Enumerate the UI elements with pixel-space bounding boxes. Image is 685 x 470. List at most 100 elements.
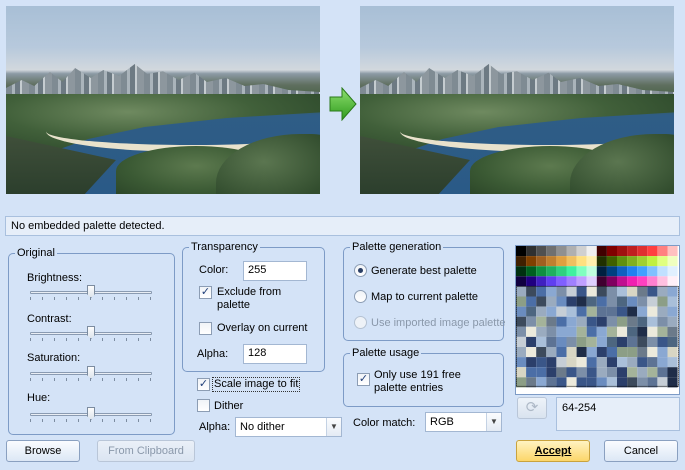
palette-swatch[interactable]: [556, 347, 567, 358]
palette-swatch[interactable]: [657, 316, 668, 327]
palette-swatch[interactable]: [526, 276, 537, 287]
palette-swatch[interactable]: [596, 246, 607, 257]
palette-swatch[interactable]: [546, 276, 557, 287]
palette-swatch[interactable]: [647, 316, 658, 327]
palette-swatch[interactable]: [667, 377, 678, 388]
chevron-down-icon[interactable]: ▼: [486, 413, 501, 431]
palette-swatch[interactable]: [617, 276, 628, 287]
palette-swatch[interactable]: [617, 306, 628, 317]
palette-swatch[interactable]: [596, 276, 607, 287]
palette-swatch[interactable]: [546, 246, 557, 257]
palette-swatch[interactable]: [647, 367, 658, 378]
palette-swatch[interactable]: [516, 336, 527, 347]
palette-swatch[interactable]: [566, 367, 577, 378]
palette-swatch[interactable]: [566, 336, 577, 347]
palette-swatch[interactable]: [526, 296, 537, 307]
palette-swatch[interactable]: [586, 246, 597, 257]
palette-swatch[interactable]: [637, 296, 648, 307]
palette-swatch[interactable]: [546, 266, 557, 277]
transparency-alpha-input[interactable]: 128: [243, 344, 307, 364]
palette-swatch[interactable]: [536, 266, 547, 277]
palette-swatch[interactable]: [566, 377, 577, 388]
palette-swatch[interactable]: [596, 347, 607, 358]
palette-swatch[interactable]: [576, 296, 587, 307]
palette-swatch[interactable]: [546, 306, 557, 317]
palette-preview-grid[interactable]: [515, 245, 680, 395]
palette-swatch[interactable]: [536, 316, 547, 327]
palette-swatch[interactable]: [546, 256, 557, 267]
palette-swatch[interactable]: [536, 336, 547, 347]
palette-swatch[interactable]: [647, 286, 658, 297]
palette-swatch[interactable]: [637, 336, 648, 347]
palette-swatch[interactable]: [647, 266, 658, 277]
palette-swatch[interactable]: [617, 296, 628, 307]
palette-swatch[interactable]: [617, 316, 628, 327]
palette-swatch[interactable]: [596, 367, 607, 378]
palette-swatch[interactable]: [566, 266, 577, 277]
palette-swatch[interactable]: [657, 266, 668, 277]
palette-swatch[interactable]: [596, 256, 607, 267]
palette-swatch[interactable]: [546, 347, 557, 358]
palette-swatch[interactable]: [657, 256, 668, 267]
palette-swatch[interactable]: [576, 336, 587, 347]
palette-swatch[interactable]: [566, 316, 577, 327]
palette-swatch[interactable]: [566, 286, 577, 297]
refresh-palette-button[interactable]: ⟳: [517, 397, 547, 419]
palette-swatch[interactable]: [667, 316, 678, 327]
palette-swatch[interactable]: [566, 306, 577, 317]
palette-swatch[interactable]: [586, 367, 597, 378]
palette-swatch[interactable]: [647, 276, 658, 287]
palette-swatch[interactable]: [546, 286, 557, 297]
palette-swatch[interactable]: [657, 246, 668, 257]
palette-swatch[interactable]: [536, 276, 547, 287]
palette-swatch[interactable]: [526, 347, 537, 358]
palette-swatch[interactable]: [647, 296, 658, 307]
palette-swatch[interactable]: [617, 246, 628, 257]
palette-swatch[interactable]: [546, 367, 557, 378]
palette-swatch[interactable]: [606, 326, 617, 337]
palette-swatch[interactable]: [516, 286, 527, 297]
palette-swatch[interactable]: [627, 286, 638, 297]
palette-swatch[interactable]: [556, 367, 567, 378]
palette-swatch[interactable]: [556, 306, 567, 317]
palette-swatch[interactable]: [586, 326, 597, 337]
palette-swatch[interactable]: [667, 357, 678, 368]
palette-swatch[interactable]: [617, 286, 628, 297]
palette-swatch[interactable]: [526, 306, 537, 317]
palette-swatch[interactable]: [657, 296, 668, 307]
palette-swatch[interactable]: [586, 286, 597, 297]
palette-swatch[interactable]: [617, 326, 628, 337]
use-imported-palette-radio[interactable]: [354, 316, 367, 329]
palette-swatch[interactable]: [586, 276, 597, 287]
exclude-from-palette-checkbox[interactable]: ✓: [199, 286, 212, 299]
palette-swatch[interactable]: [667, 296, 678, 307]
palette-swatch[interactable]: [576, 367, 587, 378]
palette-swatch[interactable]: [586, 266, 597, 277]
palette-swatch[interactable]: [667, 256, 678, 267]
hue-slider[interactable]: [30, 407, 152, 422]
palette-swatch[interactable]: [667, 306, 678, 317]
palette-swatch[interactable]: [536, 347, 547, 358]
palette-swatch[interactable]: [617, 336, 628, 347]
palette-swatch[interactable]: [637, 276, 648, 287]
palette-swatch[interactable]: [647, 336, 658, 347]
palette-swatch[interactable]: [627, 347, 638, 358]
palette-swatch[interactable]: [566, 326, 577, 337]
palette-swatch[interactable]: [657, 336, 668, 347]
palette-swatch[interactable]: [516, 326, 527, 337]
palette-swatch[interactable]: [606, 246, 617, 257]
palette-swatch[interactable]: [657, 276, 668, 287]
palette-swatch[interactable]: [637, 357, 648, 368]
palette-swatch[interactable]: [526, 266, 537, 277]
palette-swatch[interactable]: [637, 316, 648, 327]
color-match-select[interactable]: RGB ▼: [425, 412, 502, 432]
palette-swatch[interactable]: [556, 316, 567, 327]
palette-swatch[interactable]: [617, 357, 628, 368]
palette-swatch[interactable]: [596, 306, 607, 317]
palette-swatch[interactable]: [606, 316, 617, 327]
contrast-slider[interactable]: [30, 326, 152, 341]
browse-button[interactable]: Browse: [6, 440, 80, 462]
palette-swatch[interactable]: [516, 377, 527, 388]
palette-swatch[interactable]: [627, 367, 638, 378]
palette-swatch[interactable]: [596, 326, 607, 337]
